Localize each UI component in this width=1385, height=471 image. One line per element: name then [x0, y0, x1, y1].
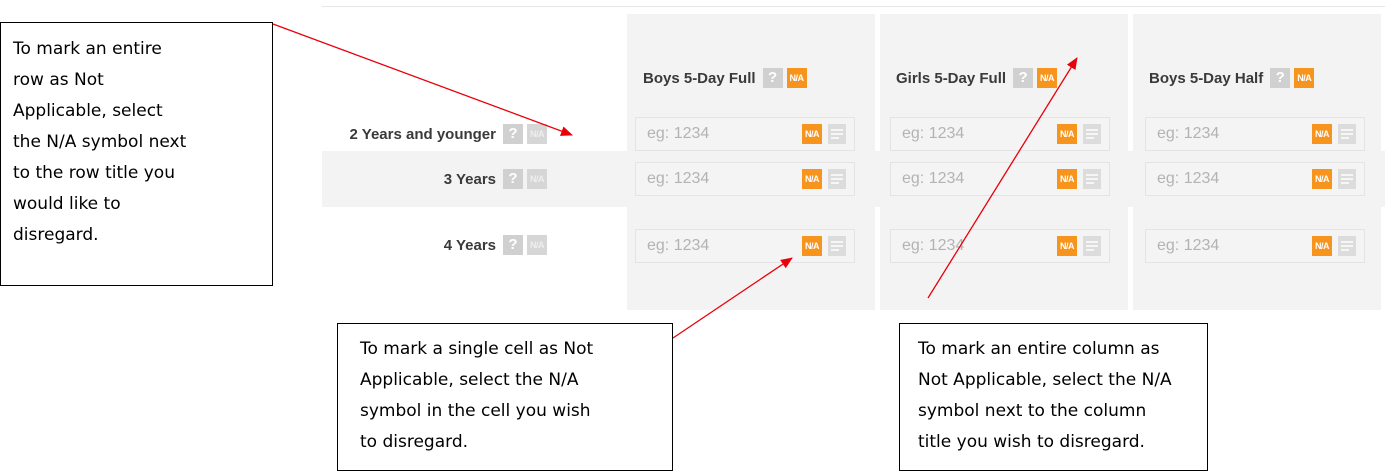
- note-icon[interactable]: [828, 169, 846, 189]
- callout-row-instruction: To mark an entire row as Not Applicable,…: [0, 22, 273, 286]
- row-na-toggle-icon[interactable]: N/A: [527, 169, 547, 189]
- input-cell[interactable]: eg: 1234 N/A: [635, 117, 855, 151]
- input-cell[interactable]: eg: 1234 N/A: [635, 162, 855, 196]
- cell-na-toggle-icon[interactable]: N/A: [802, 169, 822, 189]
- input-cell[interactable]: eg: 1234 N/A: [890, 162, 1110, 196]
- column-title: Boys 5-Day Full: [643, 69, 756, 87]
- note-icon[interactable]: [828, 236, 846, 256]
- column-na-toggle-icon[interactable]: N/A: [786, 68, 807, 88]
- input-cell[interactable]: eg: 1234 N/A: [1145, 229, 1365, 263]
- column-na-toggle-icon[interactable]: N/A: [1037, 68, 1058, 88]
- column-title: Boys 5-Day Half: [1149, 69, 1264, 87]
- input-placeholder: eg: 1234: [902, 237, 965, 254]
- cell-na-toggle-icon[interactable]: N/A: [1312, 169, 1332, 189]
- column-na-toggle-icon[interactable]: N/A: [1294, 68, 1315, 88]
- help-icon[interactable]: ?: [762, 68, 783, 88]
- column-title: Girls 5-Day Full: [896, 69, 1007, 87]
- input-placeholder: eg: 1234: [902, 170, 965, 187]
- column-header-boys-5-day-full: Boys 5-Day Full ? N/A: [643, 68, 807, 88]
- row-na-toggle-icon[interactable]: N/A: [527, 235, 547, 255]
- help-icon[interactable]: ?: [503, 169, 523, 189]
- input-cell[interactable]: eg: 1234 N/A: [1145, 162, 1365, 196]
- table-top-border: [322, 6, 1385, 7]
- cell-na-toggle-icon[interactable]: N/A: [802, 236, 822, 256]
- input-placeholder: eg: 1234: [1157, 170, 1220, 187]
- note-icon[interactable]: [1083, 169, 1101, 189]
- input-placeholder: eg: 1234: [902, 125, 965, 142]
- note-icon[interactable]: [1083, 124, 1101, 144]
- note-icon[interactable]: [828, 124, 846, 144]
- input-placeholder: eg: 1234: [647, 170, 710, 187]
- column-header-girls-5-day-full: Girls 5-Day Full ? N/A: [896, 68, 1058, 88]
- row-title: 2 Years and younger: [349, 125, 496, 143]
- note-icon[interactable]: [1338, 236, 1356, 256]
- input-placeholder: eg: 1234: [1157, 237, 1220, 254]
- row-title: 3 Years: [443, 170, 496, 188]
- cell-na-toggle-icon[interactable]: N/A: [1057, 169, 1077, 189]
- row-header-4-years: 4 Years ? N/A: [444, 235, 547, 255]
- note-icon[interactable]: [1083, 236, 1101, 256]
- row-title: 4 Years: [443, 236, 496, 254]
- help-icon[interactable]: ?: [503, 235, 523, 255]
- input-placeholder: eg: 1234: [647, 237, 710, 254]
- row-header-3-years: 3 Years ? N/A: [444, 169, 547, 189]
- note-icon[interactable]: [1338, 124, 1356, 144]
- help-icon[interactable]: ?: [1270, 68, 1291, 88]
- input-cell[interactable]: eg: 1234 N/A: [635, 229, 855, 263]
- column-header-boys-5-day-half: Boys 5-Day Half ? N/A: [1149, 68, 1315, 88]
- cell-na-toggle-icon[interactable]: N/A: [1057, 124, 1077, 144]
- input-placeholder: eg: 1234: [1157, 125, 1220, 142]
- input-cell[interactable]: eg: 1234 N/A: [1145, 117, 1365, 151]
- input-cell[interactable]: eg: 1234 N/A: [890, 117, 1110, 151]
- callout-cell-instruction: To mark a single cell as Not Applicable,…: [337, 323, 673, 471]
- cell-na-toggle-icon[interactable]: N/A: [802, 124, 822, 144]
- help-icon[interactable]: ?: [1013, 68, 1034, 88]
- cell-na-toggle-icon[interactable]: N/A: [1057, 236, 1077, 256]
- note-icon[interactable]: [1338, 169, 1356, 189]
- row-header-2-years: 2 Years and younger ? N/A: [350, 124, 547, 144]
- input-cell[interactable]: eg: 1234 N/A: [890, 229, 1110, 263]
- row-na-toggle-icon[interactable]: N/A: [527, 124, 547, 144]
- input-placeholder: eg: 1234: [647, 125, 710, 142]
- cell-na-toggle-icon[interactable]: N/A: [1312, 236, 1332, 256]
- help-icon[interactable]: ?: [503, 124, 523, 144]
- arrow-to-row-na: [272, 23, 573, 136]
- callout-column-instruction: To mark an entire column as Not Applicab…: [899, 323, 1208, 471]
- cell-na-toggle-icon[interactable]: N/A: [1312, 124, 1332, 144]
